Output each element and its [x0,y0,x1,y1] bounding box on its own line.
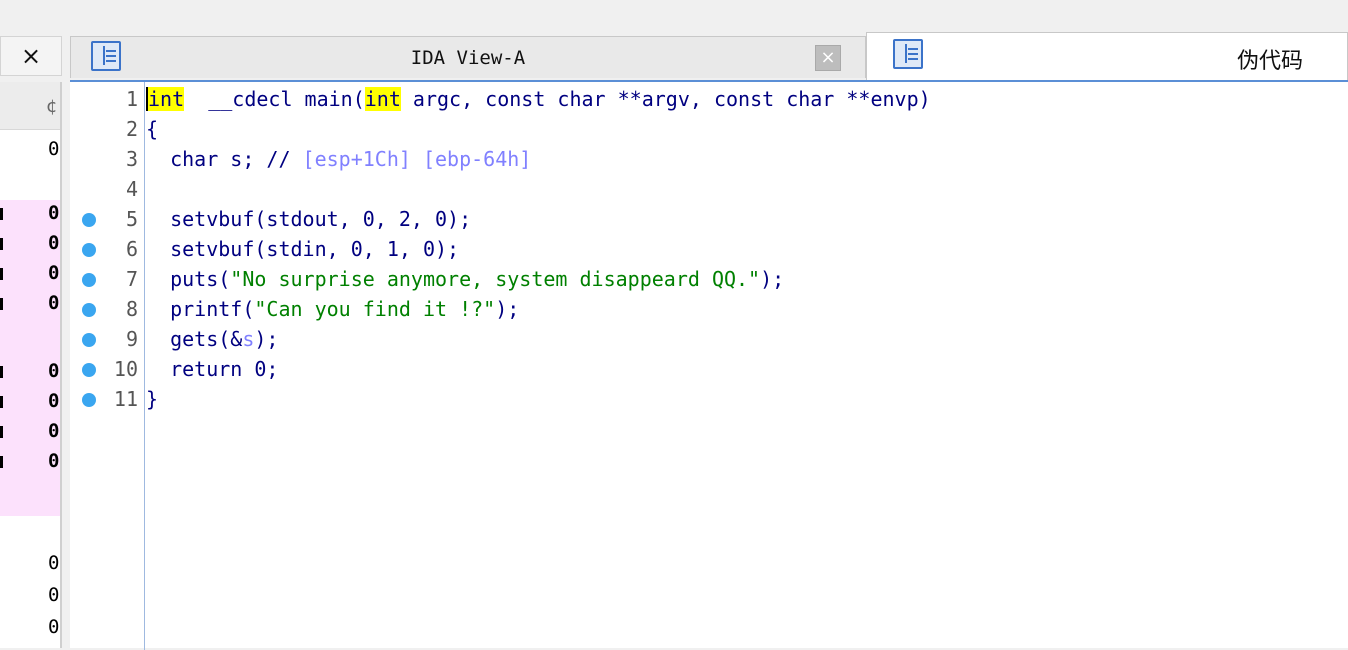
code-line[interactable]: 3 char s; // [esp+1Ch] [ebp-64h] [70,144,1340,174]
string-token: "Can you find it !?" [254,297,496,321]
keyword-token: int [148,87,185,111]
left-function-list[interactable]: ¢ 0 0 0 0 0 0 0 0 0 0 0 0 [0,82,62,648]
code-token: ); [254,327,279,351]
breakpoint-dot-icon[interactable] [82,333,96,347]
pseudocode-editor[interactable]: 1 int __cdecl main(int argc, const char *… [70,80,1348,650]
list-value: 0 [48,360,60,382]
breakpoint-dot-icon[interactable] [82,243,96,257]
tab-title: 伪代码 [1236,49,1303,74]
row-marker [0,456,3,468]
code-token: gets(& [146,327,243,351]
close-icon[interactable]: × [815,45,841,71]
list-value: 0 [48,138,60,160]
list-value: 0 [48,202,60,224]
code-text: setvbuf(stdin, 0, 1, 0); [146,237,459,261]
keyword-token: int [364,87,401,111]
row-marker [0,238,3,250]
list-value: 0 [48,292,60,314]
line-number: 5 [125,207,138,231]
list-value: 0 [48,420,60,442]
code-line[interactable]: 9 gets(&s); [70,324,1340,354]
list-value: 0 [48,616,60,638]
row-marker [0,298,3,310]
list-value: 0 [48,584,60,606]
code-text: puts("No surprise anymore, system disapp… [146,267,784,291]
left-panel: × ¢ 0 0 0 0 0 0 0 0 0 0 0 0 [0,0,62,648]
code-token: setvbuf(stdout, 0, 2, 0); [146,207,472,231]
code-token: argc, const char **argv, const char **en… [400,87,931,111]
breakpoint-dot-icon[interactable] [82,303,96,317]
row-marker [0,396,3,408]
line-number: 6 [125,237,138,261]
row-marker [0,426,3,438]
main-panel: IDA View-A × 伪代码 1 int __cdecl main(int a… [62,0,1348,650]
line-number: 11 [113,387,138,411]
row-marker [0,268,3,280]
code-line[interactable]: 6 setvbuf(stdin, 0, 1, 0); [70,234,1340,264]
line-number: 9 [125,327,138,351]
code-token: printf( [146,297,255,321]
code-token: setvbuf(stdin, 0, 1, 0); [146,237,460,261]
code-text: printf("Can you find it !?"); [146,297,519,321]
tab-bar: IDA View-A × 伪代码 [62,0,1348,82]
code-token: __cdecl main( [184,87,365,111]
column-header-label: ¢ [46,96,58,117]
code-text: int __cdecl main(int argc, const char **… [146,87,931,111]
tab-ida-view-a[interactable]: IDA View-A × [70,36,866,78]
comment-token: [esp+1Ch] [ebp-64h] [302,147,532,171]
code-token: char s; // [146,147,303,171]
left-list-header[interactable]: ¢ [0,82,60,130]
line-number: 7 [125,267,138,291]
breakpoint-dot-icon[interactable] [82,393,96,407]
pseudo-icon [893,39,923,69]
code-line[interactable]: 2{ [70,114,1340,144]
breakpoint-dot-icon[interactable] [82,273,96,287]
line-number: 2 [125,117,138,141]
code-token: } [146,387,159,411]
code-text: setvbuf(stdout, 0, 2, 0); [146,207,471,231]
list-value: 0 [48,390,60,412]
code-line[interactable]: 1 int __cdecl main(int argc, const char *… [70,84,1340,114]
line-number: 8 [125,297,138,321]
list-value: 0 [48,232,60,254]
code-token: ); [495,297,520,321]
tab-pseudocode[interactable]: 伪代码 [866,32,1348,82]
breakpoint-dot-icon[interactable] [82,213,96,227]
code-line[interactable]: 5 setvbuf(stdout, 0, 2, 0); [70,204,1340,234]
code-token: s [242,327,255,351]
code-line[interactable]: 10 return 0; [70,354,1340,384]
code-token: return 0; [146,357,279,381]
code-text: } [146,387,158,411]
code-line[interactable]: 7 puts("No surprise anymore, system disa… [70,264,1340,294]
code-token: puts( [146,267,231,291]
code-line[interactable]: 4 [70,174,1340,204]
close-icon[interactable]: × [0,36,62,76]
list-value: 0 [48,552,60,574]
code-line[interactable]: 11} [70,384,1340,414]
row-marker [0,208,3,220]
tab-title: IDA View-A [410,47,526,69]
code-text: gets(&s); [146,327,278,351]
code-token: { [146,117,159,141]
row-marker [0,366,3,378]
string-token: "No surprise anymore, system disappeard … [230,267,761,291]
list-value: 0 [48,450,60,472]
code-text: return 0; [146,357,278,381]
code-token: ); [760,267,785,291]
line-number: 1 [125,87,138,111]
line-number: 4 [125,177,138,201]
line-number: 3 [125,147,138,171]
line-number: 10 [113,357,138,381]
breakpoint-dot-icon[interactable] [82,363,96,377]
code-text: char s; // [esp+1Ch] [ebp-64h] [146,147,531,171]
code-line[interactable]: 8 printf("Can you find it !?"); [70,294,1340,324]
list-value: 0 [48,262,60,284]
code-text: { [146,117,158,141]
